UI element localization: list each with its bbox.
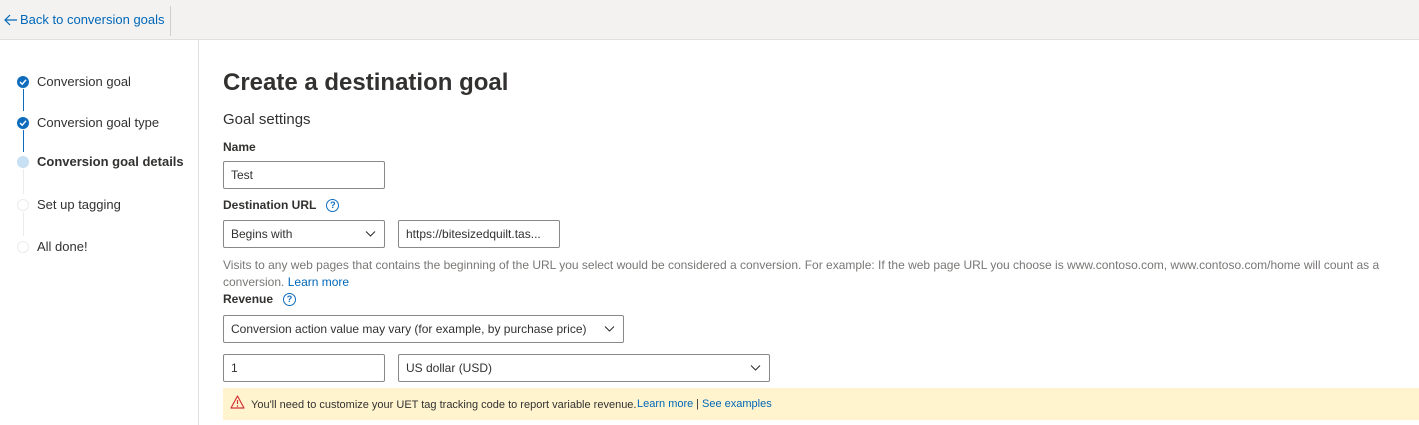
step-connector <box>22 130 24 152</box>
step-conversion-goal-type[interactable]: Conversion goal type <box>0 113 199 133</box>
back-link-label: Back to conversion goals <box>20 12 165 27</box>
step-label: Conversion goal <box>37 74 131 89</box>
revenue-type-value: Conversion action value may vary (for ex… <box>231 322 587 336</box>
destination-url-input[interactable]: https://bitesizedquilt.tas... <box>398 220 560 248</box>
step-pending-dot-icon <box>17 241 29 253</box>
warning-icon <box>230 395 245 409</box>
see-examples-link[interactable]: See examples <box>702 398 772 410</box>
step-connector <box>22 212 24 236</box>
wizard-steps-sidebar: Conversion goal Conversion goal type Con… <box>0 40 199 425</box>
chevron-down-icon <box>604 326 615 332</box>
step-conversion-goal-details: Conversion goal details <box>0 152 199 172</box>
warning-learn-more-link[interactable]: Learn more <box>637 398 693 410</box>
help-icon[interactable]: ? <box>283 292 297 306</box>
step-pending-dot-icon <box>17 199 29 211</box>
url-match-type-value: Begins with <box>231 227 293 241</box>
step-label: Set up tagging <box>37 197 121 212</box>
step-connector <box>22 89 24 111</box>
variable-revenue-warning-banner: You'll need to customize your UET tag tr… <box>223 388 1419 420</box>
step-label: All done! <box>37 239 88 254</box>
name-input[interactable]: Test <box>223 161 385 189</box>
destination-url-label: Destination URL ? <box>223 198 340 212</box>
currency-dropdown[interactable]: US dollar (USD) <box>398 354 770 382</box>
url-match-type-dropdown[interactable]: Begins with <box>223 220 385 248</box>
step-connector <box>22 169 24 194</box>
page-title: Create a destination goal <box>223 69 509 96</box>
step-label: Conversion goal details <box>37 154 184 169</box>
chevron-down-icon <box>750 365 761 371</box>
destination-url-help-text: Visits to any web pages that contains th… <box>223 258 1380 289</box>
revenue-type-dropdown[interactable]: Conversion action value may vary (for ex… <box>223 315 624 343</box>
revenue-label: Revenue ? <box>223 292 297 306</box>
main-content: Create a destination goal Goal settings … <box>223 40 1419 425</box>
step-current-dot-icon <box>17 156 29 168</box>
step-conversion-goal[interactable]: Conversion goal <box>0 72 199 92</box>
step-complete-check-icon <box>17 117 29 129</box>
top-bar: Back to conversion goals <box>0 0 1419 40</box>
help-icon[interactable]: ? <box>326 198 340 212</box>
back-to-conversion-goals-link[interactable]: Back to conversion goals <box>4 12 165 27</box>
revenue-amount-input[interactable]: 1 <box>223 354 385 382</box>
step-complete-check-icon <box>17 76 29 88</box>
arrow-left-icon <box>4 14 17 25</box>
section-title: Goal settings <box>223 111 311 128</box>
link-separator: | <box>696 398 699 410</box>
currency-value: US dollar (USD) <box>406 361 493 375</box>
chevron-down-icon <box>365 231 376 237</box>
learn-more-link[interactable]: Learn more <box>288 275 349 289</box>
step-all-done: All done! <box>0 237 199 257</box>
name-label: Name <box>223 140 256 154</box>
warning-message: You'll need to customize your UET tag tr… <box>251 399 637 411</box>
step-label: Conversion goal type <box>37 115 160 130</box>
step-set-up-tagging: Set up tagging <box>0 195 199 215</box>
topbar-divider <box>170 6 171 36</box>
